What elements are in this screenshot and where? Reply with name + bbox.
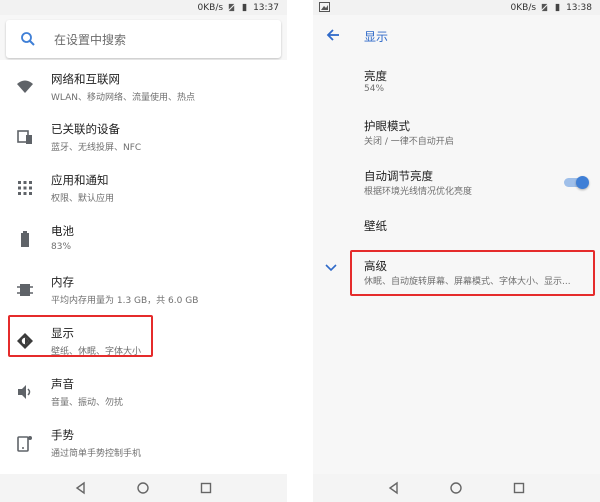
item-subtitle: 根据环境光线情况优化亮度 (364, 187, 473, 197)
item-subtitle: 权限、默认应用 (51, 194, 115, 204)
settings-item-wallpaper[interactable]: 壁纸 (313, 210, 600, 246)
navigation-bar (313, 474, 600, 502)
battery-icon (21, 231, 29, 247)
item-title: 应用和通知 (51, 173, 109, 187)
recents-nav-icon[interactable] (199, 481, 213, 495)
item-subtitle: 关闭 / 一律不自动开启 (364, 137, 454, 147)
arrow-back-icon[interactable] (325, 27, 341, 43)
advanced-highlight-box (350, 250, 595, 296)
display-settings-screen: 0KB/s 13:38 显示 亮度 54% 护眼模式 关闭 / 一律不自动开启 … (313, 0, 600, 502)
settings-item-battery[interactable]: 电池 83% (0, 214, 287, 266)
wifi-icon (17, 80, 33, 93)
image-notification-icon (319, 2, 330, 12)
no-sim-icon (227, 3, 236, 12)
item-title: 自动调节亮度 (364, 169, 433, 183)
search-icon (21, 32, 35, 46)
navigation-bar (0, 474, 287, 502)
settings-item-eye-comfort[interactable]: 护眼模式 关闭 / 一律不自动开启 (313, 110, 600, 156)
status-time: 13:38 (566, 2, 592, 13)
item-title: 已关联的设备 (51, 122, 120, 136)
back-nav-icon[interactable] (74, 481, 88, 495)
settings-screen: 0KB/s 13:37 在设置中搜索 网络和互联网 WLAN、移动网络、流量使用… (0, 0, 287, 502)
home-nav-icon[interactable] (449, 481, 463, 495)
gesture-icon (17, 436, 32, 452)
status-time: 13:37 (253, 2, 279, 13)
item-title: 网络和互联网 (51, 72, 120, 86)
settings-item-auto-brightness[interactable]: 自动调节亮度 根据环境光线情况优化亮度 (313, 160, 600, 206)
settings-item-devices[interactable]: 已关联的设备 蓝牙、无线投屏、NFC (0, 112, 287, 164)
devices-icon (17, 130, 32, 144)
search-input[interactable]: 在设置中搜索 (54, 31, 126, 48)
home-nav-icon[interactable] (136, 481, 150, 495)
apps-icon (18, 181, 32, 195)
item-title: 内存 (51, 275, 74, 289)
display-highlight-box (8, 315, 153, 357)
settings-item-memory[interactable]: 内存 平均内存用量为 1.3 GB，共 6.0 GB (0, 265, 287, 317)
item-title: 护眼模式 (364, 119, 410, 133)
item-subtitle: 54% (364, 84, 385, 94)
settings-item-gesture[interactable]: 手势 通过简单手势控制手机 (0, 418, 287, 470)
item-title: 壁纸 (364, 219, 387, 233)
auto-brightness-toggle[interactable] (564, 176, 590, 189)
toggle-thumb (576, 176, 589, 189)
item-subtitle: 平均内存用量为 1.3 GB，共 6.0 GB (51, 296, 199, 306)
item-subtitle: 蓝牙、无线投屏、NFC (51, 143, 142, 153)
network-speed: 0KB/s (510, 2, 537, 13)
settings-item-apps[interactable]: 应用和通知 权限、默认应用 (0, 163, 287, 215)
back-nav-icon[interactable] (387, 481, 401, 495)
memory-icon (17, 284, 33, 296)
settings-item-sound[interactable]: 声音 音量、振动、勿扰 (0, 367, 287, 419)
item-subtitle: 通过简单手势控制手机 (51, 449, 142, 459)
status-bar: 0KB/s 13:38 (313, 0, 600, 15)
page-title: 显示 (364, 30, 389, 44)
no-sim-icon (540, 3, 549, 12)
item-subtitle: 音量、振动、勿扰 (51, 398, 124, 408)
settings-item-network[interactable]: 网络和互联网 WLAN、移动网络、流量使用、热点 (0, 62, 287, 114)
item-title: 手势 (51, 428, 74, 442)
battery-status-icon (555, 3, 560, 12)
search-bar[interactable]: 在设置中搜索 (6, 20, 281, 58)
battery-status-icon (242, 3, 247, 12)
app-bar: 显示 (313, 15, 600, 55)
sound-icon (18, 385, 31, 399)
network-speed: 0KB/s (197, 2, 224, 13)
item-title: 声音 (51, 377, 74, 391)
recents-nav-icon[interactable] (512, 481, 526, 495)
item-title: 亮度 (364, 69, 387, 83)
status-bar: 0KB/s 13:37 (0, 0, 287, 15)
item-subtitle: WLAN、移动网络、流量使用、热点 (51, 93, 196, 103)
item-subtitle: 83% (51, 242, 72, 252)
settings-list: 网络和互联网 WLAN、移动网络、流量使用、热点 已关联的设备 蓝牙、无线投屏、… (0, 60, 287, 478)
item-title: 电池 (51, 224, 74, 238)
settings-item-brightness[interactable]: 亮度 54% (313, 60, 600, 106)
